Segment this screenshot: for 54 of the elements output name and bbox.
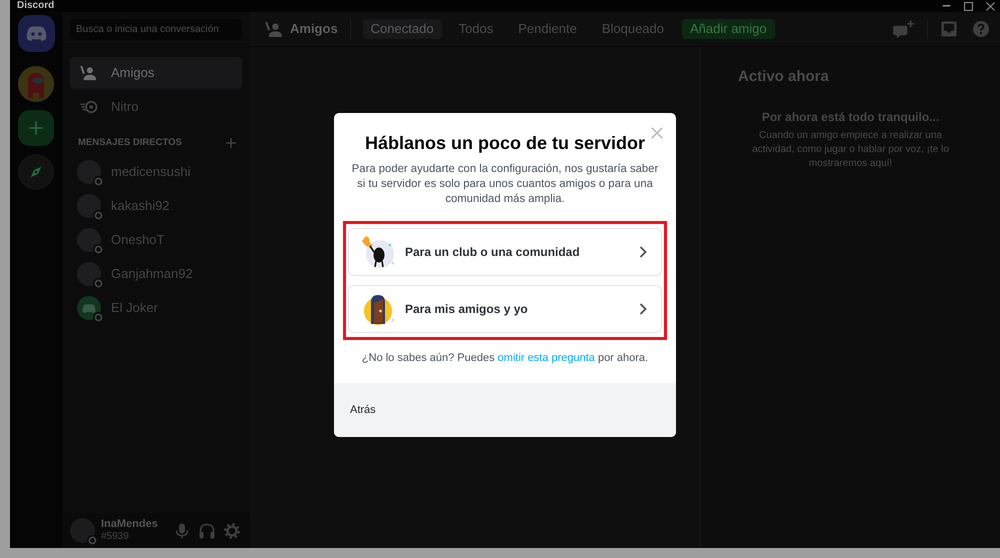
search-field[interactable]: Busca o inicia una conversación [70, 19, 242, 40]
close-icon[interactable] [986, 2, 995, 10]
friends-icon [80, 65, 98, 81]
dialog-title: Háblanos un poco de tu servidor [364, 132, 646, 155]
option-card[interactable]: Para mis amigos y yo [348, 285, 662, 333]
username: InaMendes [101, 518, 158, 531]
default-avatar-icon [77, 296, 101, 320]
maximize-icon[interactable] [964, 2, 973, 10]
chevron-right-icon [639, 303, 647, 315]
server-avatar-icon[interactable] [18, 66, 54, 102]
compass-icon[interactable] [18, 154, 54, 190]
back-button[interactable]: Atrás [350, 402, 376, 418]
panel-title: Activo ahora [737, 67, 830, 87]
option-card[interactable]: Para un club o una comunidad [348, 228, 662, 276]
dm-item[interactable]: El Joker [70, 291, 242, 325]
tab[interactable]: Conectado [362, 19, 442, 39]
home-logo-icon[interactable] [18, 15, 54, 52]
user-tag: #5939 [101, 531, 158, 543]
new-message-icon[interactable] [893, 20, 914, 38]
dm-item[interactable]: OneshoT [70, 223, 242, 257]
inbox-icon[interactable] [941, 21, 957, 37]
empty-state-title: Por ahora está todo tranquilo... [760, 109, 940, 125]
microphone-icon[interactable] [174, 522, 190, 538]
plus-icon[interactable] [226, 138, 236, 148]
avatar-icon [77, 194, 101, 218]
avatar-icon [77, 228, 101, 252]
door-icon [361, 292, 395, 326]
window-title: Discord [17, 1, 54, 11]
dm-item[interactable]: kakashi92 [70, 189, 242, 223]
badge-icon [80, 99, 98, 115]
friends-icon [265, 20, 284, 38]
hint-text: ¿No lo sabes aún? Puedes omitir esta pregunta por ahora. [360, 352, 650, 364]
avatar-icon [77, 262, 101, 286]
add-friend-button[interactable]: Añadir amigo [682, 19, 775, 39]
chevron-right-icon [639, 246, 647, 258]
dialog-description: Para poder ayudarte con la configuración, nos gustaría saber si tu servidor es solo para unos cuantos amigos o para una comunidad más amplia. [350, 162, 660, 207]
minimize-icon[interactable] [942, 5, 951, 7]
headphones-icon[interactable] [199, 522, 215, 538]
empty-state-text: Cuando un amigo empiece a realizar una actividad, como jugar o hablar por voz, ¡te lo mostraremos aquí! [751, 129, 950, 171]
section-title: MENSAJES DIRECTOS [78, 137, 182, 149]
avatar-icon [70, 518, 95, 543]
dm-item[interactable]: Ganjahman92 [70, 257, 242, 291]
settings-icon[interactable] [224, 522, 240, 538]
page-title: Amigos [290, 20, 338, 38]
plus-icon[interactable] [18, 110, 54, 146]
tab[interactable]: Todos [450, 19, 502, 39]
tab[interactable]: Bloqueado [594, 19, 672, 39]
sidebar-item[interactable]: Amigos [70, 57, 242, 89]
mascot-icon [361, 235, 395, 269]
help-icon[interactable] [973, 21, 989, 37]
dm-item[interactable]: medicensushi [70, 155, 242, 189]
skip-link[interactable]: omitir esta pregunta [498, 352, 595, 364]
avatar-icon [77, 160, 101, 184]
tab[interactable]: Pendiente [510, 19, 585, 39]
